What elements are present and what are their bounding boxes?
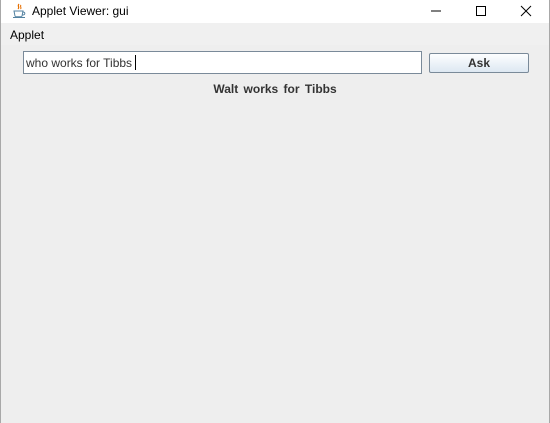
java-cup-icon	[11, 3, 27, 19]
menu-bar: Applet	[1, 23, 549, 45]
minimize-button[interactable]	[413, 0, 459, 23]
text-caret	[135, 55, 136, 70]
maximize-button[interactable]	[458, 0, 504, 23]
ask-button[interactable]: Ask	[429, 53, 529, 73]
menu-applet[interactable]: Applet	[10, 28, 44, 42]
close-icon	[520, 5, 532, 17]
title-bar[interactable]: Applet Viewer: gui	[1, 0, 549, 23]
minimize-icon	[431, 10, 441, 12]
answer-label: Walt works for Tibbs	[213, 82, 337, 96]
window-title: Applet Viewer: gui	[32, 4, 129, 18]
close-button[interactable]	[503, 0, 549, 23]
question-input[interactable]	[23, 51, 422, 74]
maximize-icon	[476, 6, 486, 16]
applet-viewer-window: Applet Viewer: gui Applet Ask Walt works…	[0, 0, 550, 423]
